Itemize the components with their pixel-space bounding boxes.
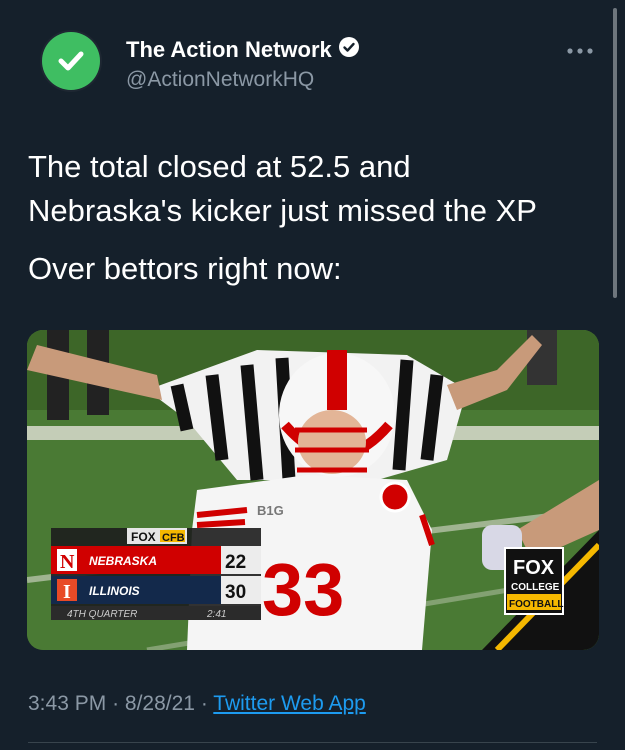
jersey-number: 33 bbox=[262, 548, 344, 631]
author-display-name[interactable]: The Action Network bbox=[126, 37, 332, 63]
period: 4TH QUARTER bbox=[67, 609, 137, 620]
meta-separator-1: · bbox=[112, 692, 120, 715]
tweet-line-2: Nebraska's kicker just missed the XP bbox=[28, 193, 537, 228]
fox-logo-line1: FOX bbox=[513, 557, 555, 579]
verified-badge-icon bbox=[338, 36, 360, 64]
media-image: 33 B1G FOX CFB N NEBRASKA 22 I ILLINOIS … bbox=[27, 330, 599, 650]
tweet-meta: 3:43 PM · 8/28/21 · Twitter Web App bbox=[28, 692, 366, 716]
meta-separator-2: · bbox=[200, 692, 208, 715]
game-clock: 2:41 bbox=[206, 609, 226, 620]
tweet-media[interactable]: 33 B1G FOX CFB N NEBRASKA 22 I ILLINOIS … bbox=[27, 330, 599, 650]
author-display-name-row[interactable]: The Action Network bbox=[126, 36, 360, 64]
tweet-source-link[interactable]: Twitter Web App bbox=[213, 692, 366, 715]
avatar[interactable] bbox=[40, 30, 102, 92]
more-options-icon[interactable] bbox=[566, 36, 594, 56]
check-logo-icon bbox=[42, 32, 100, 90]
scorebug-network-sub: CFB bbox=[162, 532, 185, 544]
team1-name: NEBRASKA bbox=[89, 554, 157, 568]
scrollbar[interactable] bbox=[613, 8, 617, 298]
tweet-header: The Action Network @ActionNetworkHQ bbox=[40, 30, 600, 100]
author-handle[interactable]: @ActionNetworkHQ bbox=[126, 68, 360, 92]
fox-logo-line3: FOOTBALL bbox=[509, 599, 563, 610]
scorebug-network: FOX bbox=[131, 530, 156, 544]
tweet-line-3: Over bettors right now: bbox=[28, 251, 342, 286]
divider bbox=[28, 742, 597, 743]
team2-score: 30 bbox=[225, 582, 246, 603]
tweet-date[interactable]: 8/28/21 bbox=[125, 692, 195, 715]
conference-patch: B1G bbox=[257, 503, 284, 518]
fox-logo-line2: COLLEGE bbox=[511, 582, 560, 593]
tweet-time[interactable]: 3:43 PM bbox=[28, 692, 106, 715]
team2-letter: I bbox=[63, 581, 71, 603]
team2-name: ILLINOIS bbox=[89, 584, 140, 598]
tweet-line-1: The total closed at 52.5 and bbox=[28, 149, 411, 184]
team1-letter: N bbox=[60, 551, 75, 573]
author-names: The Action Network @ActionNetworkHQ bbox=[126, 36, 360, 92]
tweet-text: The total closed at 52.5 and Nebraska's … bbox=[28, 145, 608, 291]
team1-score: 22 bbox=[225, 552, 246, 573]
